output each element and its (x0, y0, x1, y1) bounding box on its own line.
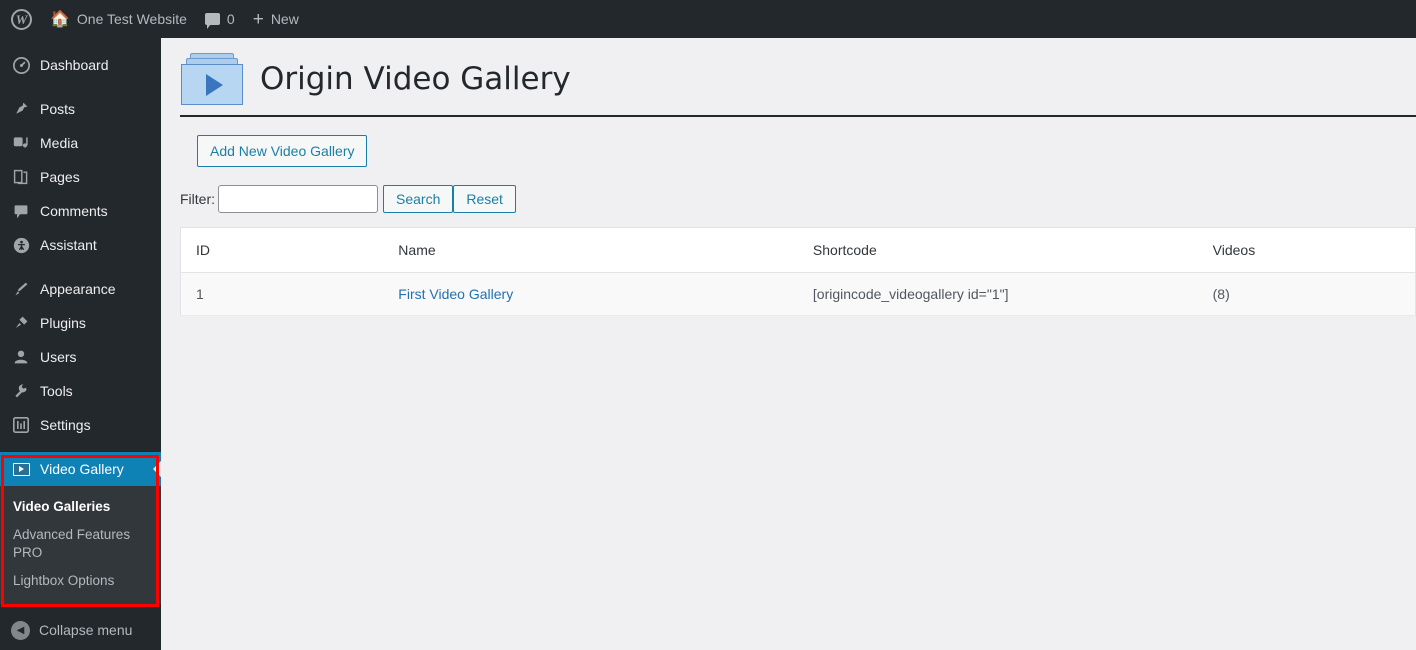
column-header-shortcode: Shortcode (797, 227, 1198, 273)
sidebar-item-media[interactable]: Media (0, 126, 161, 160)
plug-icon (11, 315, 31, 331)
sidebar-item-pages[interactable]: Pages (0, 160, 161, 194)
column-header-id: ID (180, 227, 384, 273)
column-header-videos: Videos (1197, 227, 1416, 273)
comments-icon (11, 203, 31, 219)
site-name-menu[interactable]: 🏠 One Test Website (41, 0, 196, 38)
brush-icon (11, 281, 31, 297)
title-divider (180, 115, 1416, 117)
video-galleries-table: ID Name Shortcode Videos 1 First Video G… (180, 227, 1416, 316)
home-icon: 🏠 (50, 11, 70, 28)
table-header: ID Name Shortcode Videos (180, 227, 1416, 273)
sidebar-item-plugins[interactable]: Plugins (0, 306, 161, 340)
page-title: Origin Video Gallery (260, 61, 571, 97)
sidebar-label: Tools (40, 383, 73, 399)
sidebar-item-assistant[interactable]: Assistant (0, 228, 161, 262)
wp-logo-menu[interactable]: W (0, 0, 41, 38)
sidebar-label: Settings (40, 417, 91, 433)
comments-bubble-menu[interactable]: 0 (196, 0, 244, 38)
reset-button[interactable]: Reset (453, 185, 516, 213)
pages-icon (11, 169, 31, 185)
cell-id: 1 (180, 272, 384, 316)
sidebar-label: Posts (40, 101, 76, 117)
sidebar-label: Media (40, 135, 79, 151)
plus-icon: + (252, 8, 264, 30)
collapse-menu-button[interactable]: ◀ Collapse menu (0, 613, 161, 647)
sidebar-item-users[interactable]: Users (0, 340, 161, 374)
sidebar-label: Dashboard (40, 57, 109, 73)
table-header-row: ID Name Shortcode Videos (180, 227, 1416, 273)
sidebar-label: Appearance (40, 281, 116, 297)
sidebar-label: Assistant (40, 237, 97, 253)
submenu-item-advanced-features-pro[interactable]: Advanced Features PRO (0, 521, 150, 567)
wrench-icon (11, 383, 31, 399)
user-icon (11, 349, 31, 365)
cell-videos: (8) (1197, 272, 1416, 316)
sidebar-item-video-gallery[interactable]: Video Gallery (0, 452, 161, 486)
menu-spacer-3 (0, 442, 161, 452)
sidebar-label: Pages (40, 169, 80, 185)
wordpress-logo-icon: W (11, 8, 32, 30)
comment-bubble-icon (204, 13, 220, 29)
sidebar-item-tools[interactable]: Tools (0, 374, 161, 408)
new-label: New (270, 11, 299, 27)
comment-count: 0 (226, 11, 235, 27)
pin-icon (11, 101, 31, 117)
table-row: 1 First Video Gallery [origincode_videog… (180, 272, 1416, 316)
column-header-name: Name (383, 227, 798, 273)
sidebar-item-settings[interactable]: Settings (0, 408, 161, 442)
sidebar-item-appearance[interactable]: Appearance (0, 272, 161, 306)
sidebar-label: Video Gallery (40, 461, 124, 477)
cell-name: First Video Gallery (383, 272, 798, 316)
admin-sidebar: Dashboard Posts Media Pages Comments Ass… (0, 38, 161, 650)
sidebar-item-comments[interactable]: Comments (0, 194, 161, 228)
video-gallery-icon (11, 462, 31, 476)
table-body: 1 First Video Gallery [origincode_videog… (180, 272, 1416, 316)
page-header: Origin Video Gallery (161, 38, 1416, 110)
menu-spacer-1 (0, 82, 161, 92)
menu-spacer-top (0, 38, 161, 48)
sidebar-label: Comments (40, 203, 108, 219)
new-content-menu[interactable]: + New (244, 0, 308, 38)
video-gallery-submenu: Video Galleries Advanced Features PRO Li… (0, 486, 161, 604)
video-folder-icon (181, 53, 243, 105)
filter-row: Filter: Search Reset (180, 185, 1416, 213)
media-icon (11, 135, 31, 151)
assistant-icon (11, 237, 31, 254)
admin-bar: W 🏠 One Test Website 0 + New (0, 0, 1416, 38)
settings-sliders-icon (11, 417, 31, 433)
chevron-left-circle-icon: ◀ (11, 620, 30, 640)
submenu-item-video-galleries[interactable]: Video Galleries (0, 493, 150, 521)
cell-shortcode: [origincode_videogallery id="1"] (797, 272, 1198, 316)
gallery-name-link[interactable]: First Video Gallery (398, 286, 513, 302)
sidebar-item-dashboard[interactable]: Dashboard (0, 48, 161, 82)
sidebar-label: Users (40, 349, 77, 365)
sidebar-label: Plugins (40, 315, 86, 331)
collapse-menu-label: Collapse menu (39, 622, 133, 638)
filter-label: Filter: (180, 191, 215, 207)
site-name-label: One Test Website (76, 11, 187, 27)
menu-spacer-2 (0, 262, 161, 272)
search-button[interactable]: Search (383, 185, 454, 213)
dashboard-icon (11, 56, 31, 74)
add-new-video-gallery-button[interactable]: Add New Video Gallery (197, 135, 368, 167)
main-content: Origin Video Gallery Add New Video Galle… (161, 38, 1416, 650)
filter-input[interactable] (218, 185, 378, 213)
submenu-item-lightbox-options[interactable]: Lightbox Options (0, 567, 150, 595)
sidebar-item-posts[interactable]: Posts (0, 92, 161, 126)
